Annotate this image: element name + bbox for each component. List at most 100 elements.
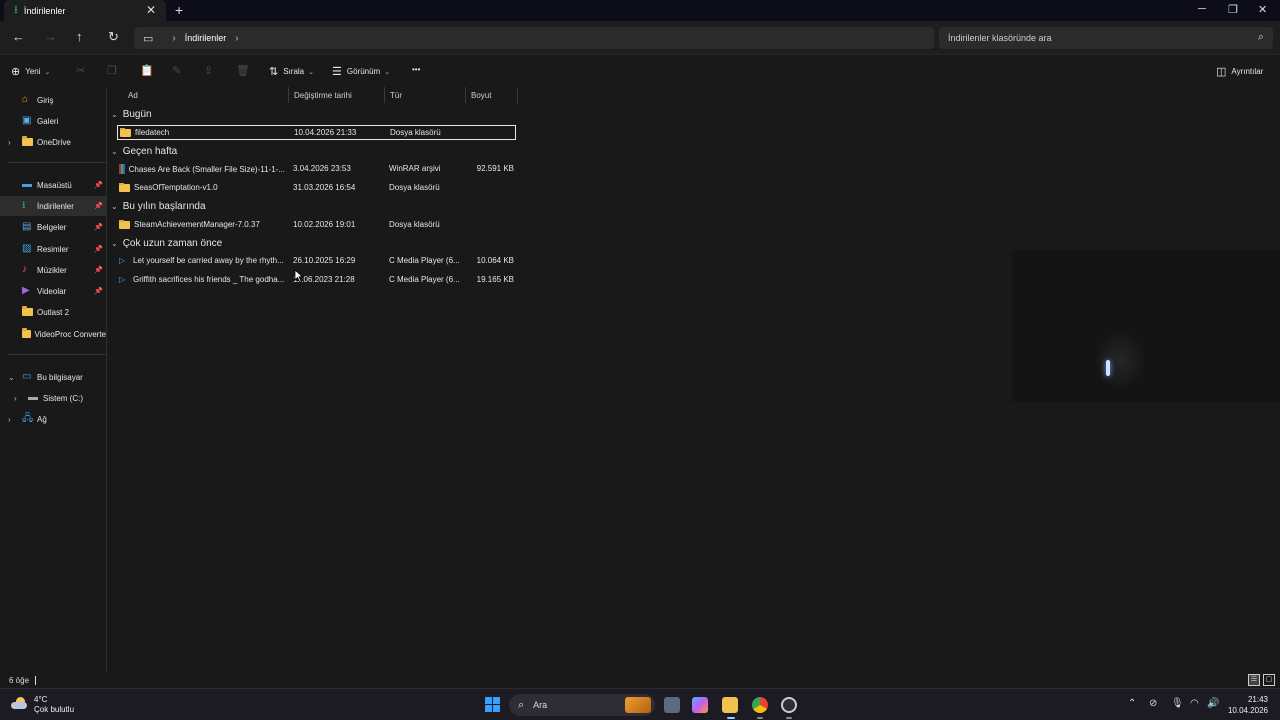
address-bar[interactable]: ▭ › İndirilenler › bbox=[134, 27, 934, 49]
new-button[interactable]: ⊕ Yeni ⌄ bbox=[11, 65, 50, 78]
group-header-long-ago[interactable]: ⌄ Çok uzun zaman önce bbox=[111, 238, 222, 249]
monitor-icon[interactable]: ▭ bbox=[143, 32, 153, 45]
chevron-right-icon[interactable]: › bbox=[14, 394, 17, 403]
more-options-button[interactable]: ••• bbox=[412, 65, 420, 74]
tab-downloads[interactable]: ⭳ İndirilenler ✕ bbox=[4, 0, 166, 21]
network-icon: 🖧 bbox=[22, 413, 34, 424]
sidebar-item-onedrive[interactable]: › OneDrive bbox=[0, 132, 106, 152]
maximize-button[interactable]: ❐ bbox=[1228, 3, 1238, 16]
minimize-button[interactable]: ─ bbox=[1198, 3, 1206, 15]
chevron-down-icon[interactable]: ⌄ bbox=[8, 373, 15, 382]
search-icon: ⌕ bbox=[518, 698, 525, 711]
pin-icon[interactable]: 📌 bbox=[94, 181, 103, 189]
weather-cloud-icon[interactable] bbox=[11, 697, 27, 709]
chevron-up-icon[interactable]: ⌃ bbox=[1128, 698, 1136, 709]
open-app-indicator bbox=[786, 717, 792, 719]
system-clock[interactable]: 21:43 10.04.2026 bbox=[1228, 694, 1268, 716]
microphone-icon[interactable]: 🎙 bbox=[1171, 698, 1184, 709]
forward-arrow-icon[interactable]: → bbox=[44, 29, 57, 44]
up-arrow-icon[interactable]: ↑ bbox=[76, 29, 83, 44]
sidebar-item-gallery[interactable]: ▣ Galeri bbox=[0, 111, 106, 131]
chevron-right-icon[interactable]: › bbox=[172, 33, 175, 44]
weather-description[interactable]: Çok bulutlu bbox=[34, 705, 74, 714]
tiles-view-icon[interactable]: ▢ bbox=[1263, 674, 1275, 686]
column-header-size[interactable]: Boyut bbox=[466, 87, 518, 103]
sidebar-item-system-drive[interactable]: › ▬ Sistem (C:) bbox=[0, 388, 106, 408]
file-type-cell: Dosya klasörü bbox=[389, 183, 440, 192]
pin-icon[interactable]: 📌 bbox=[94, 202, 103, 210]
cut-icon[interactable]: ✂ bbox=[76, 64, 85, 77]
sidebar-item-videos[interactable]: ▶ Videolar 📌 bbox=[0, 281, 106, 301]
share-icon[interactable]: ⇪ bbox=[204, 64, 213, 77]
back-arrow-icon[interactable]: ← bbox=[12, 29, 25, 44]
sidebar-item-downloads[interactable]: ⭳ İndirilenler 📌 bbox=[0, 196, 106, 216]
copy-icon[interactable]: ❐ bbox=[107, 64, 117, 77]
network-off-icon[interactable]: ⊘ bbox=[1149, 698, 1157, 709]
close-tab-icon[interactable]: ✕ bbox=[146, 3, 156, 17]
refresh-icon[interactable]: ↻ bbox=[108, 29, 119, 45]
sidebar-item-pictures[interactable]: ▨ Resimler 📌 bbox=[0, 239, 106, 259]
table-row[interactable]: Chases Are Back (Smaller File Size)-11-1… bbox=[117, 162, 516, 177]
sidebar-item-label: Ağ bbox=[37, 414, 47, 424]
paste-icon[interactable]: 📋 bbox=[140, 64, 154, 77]
file-explorer-icon[interactable] bbox=[722, 697, 738, 713]
pin-icon[interactable]: 📌 bbox=[94, 266, 103, 274]
chevron-right-icon[interactable]: › bbox=[235, 33, 238, 44]
table-row[interactable]: filedatech 10.04.2026 21:33 Dosya klasör… bbox=[117, 125, 516, 140]
new-tab-button[interactable]: + bbox=[175, 2, 183, 18]
details-view-icon[interactable]: ☰ bbox=[1248, 674, 1260, 686]
table-row[interactable]: ▷ Griffith sacrifices his friends _ The g… bbox=[117, 273, 516, 288]
copilot-icon[interactable] bbox=[692, 697, 708, 713]
chevron-right-icon[interactable]: › bbox=[8, 138, 11, 147]
chevron-right-icon[interactable]: › bbox=[8, 415, 11, 424]
group-title: Geçen hafta bbox=[122, 146, 178, 157]
sidebar-item-label: Belgeler bbox=[37, 222, 67, 232]
search-placeholder: İndirilenler klasöründe ara bbox=[948, 33, 1052, 43]
table-row[interactable]: SteamAchievementManager-7.0.37 10.02.202… bbox=[117, 218, 516, 233]
sidebar-item-network[interactable]: › 🖧 Ağ bbox=[0, 409, 106, 429]
wifi-icon[interactable]: ◠ bbox=[1190, 698, 1199, 709]
pin-icon[interactable]: 📌 bbox=[94, 245, 103, 253]
sidebar-item-documents[interactable]: ▤ Belgeler 📌 bbox=[0, 217, 106, 237]
search-icon[interactable]: ⌕ bbox=[1258, 31, 1264, 44]
sidebar-item-music[interactable]: ♪ Müzikler 📌 bbox=[0, 260, 106, 280]
download-icon: ⭳ bbox=[22, 200, 26, 211]
weather-temperature[interactable]: 4°C bbox=[34, 695, 47, 704]
taskbar-search[interactable]: ⌕ Ara bbox=[509, 694, 655, 716]
search-input[interactable]: İndirilenler klasöründe ara ⌕ bbox=[939, 27, 1273, 49]
column-header-type[interactable]: Tür bbox=[385, 87, 466, 103]
pin-icon[interactable]: 📌 bbox=[94, 287, 103, 295]
sidebar-item-label: VideoProc Converte bbox=[34, 329, 106, 339]
sidebar-item-videoproc[interactable]: VideoProc Converte bbox=[0, 324, 106, 344]
group-title: Bugün bbox=[122, 109, 152, 120]
speaker-icon[interactable]: 🔊 bbox=[1207, 698, 1219, 709]
breadcrumb-downloads[interactable]: İndirilenler bbox=[185, 33, 227, 43]
close-window-button[interactable]: ✕ bbox=[1258, 3, 1267, 16]
column-header-date[interactable]: Değiştirme tarihi bbox=[289, 87, 385, 103]
column-header-name[interactable]: Ad bbox=[123, 87, 289, 103]
sidebar-divider bbox=[8, 354, 106, 355]
group-header-today[interactable]: ⌄ Bugün bbox=[111, 109, 152, 120]
sidebar-item-outlast-2[interactable]: Outlast 2 bbox=[0, 302, 106, 322]
file-type-cell: C Media Player (6... bbox=[389, 275, 460, 284]
sidebar-item-this-pc[interactable]: ⌄ ▭ Bu bilgisayar bbox=[0, 367, 106, 387]
details-pane-button[interactable]: ◫ Ayrıntılar bbox=[1216, 65, 1263, 78]
obs-icon[interactable] bbox=[781, 697, 797, 713]
task-view-icon[interactable] bbox=[664, 697, 680, 713]
view-button[interactable]: ☰ Görünüm ⌄ bbox=[332, 65, 390, 78]
sidebar-item-home[interactable]: ⌂ Giriş bbox=[0, 90, 106, 110]
table-row[interactable]: ▷ Let yourself be carried away by the rhy… bbox=[117, 254, 516, 269]
clock-time: 21:43 bbox=[1247, 695, 1268, 704]
rename-icon[interactable]: ✎ bbox=[172, 64, 181, 77]
sort-button[interactable]: ⇅ Sırala ⌄ bbox=[269, 65, 314, 78]
delete-icon[interactable]: 🗑 bbox=[236, 64, 250, 77]
start-button[interactable] bbox=[485, 697, 500, 712]
document-icon: ▤ bbox=[22, 221, 32, 232]
group-header-last-week[interactable]: ⌄ Geçen hafta bbox=[111, 146, 177, 157]
status-divider bbox=[35, 676, 36, 685]
sidebar-item-desktop[interactable]: ▬ Masaüstü 📌 bbox=[0, 175, 106, 195]
chrome-icon[interactable] bbox=[752, 697, 768, 713]
pin-icon[interactable]: 📌 bbox=[94, 223, 103, 231]
table-row[interactable]: SeasOfTemptation-v1.0 31.03.2026 16:54 D… bbox=[117, 181, 516, 196]
group-header-earlier-this-year[interactable]: ⌄ Bu yılın başlarında bbox=[111, 201, 206, 212]
